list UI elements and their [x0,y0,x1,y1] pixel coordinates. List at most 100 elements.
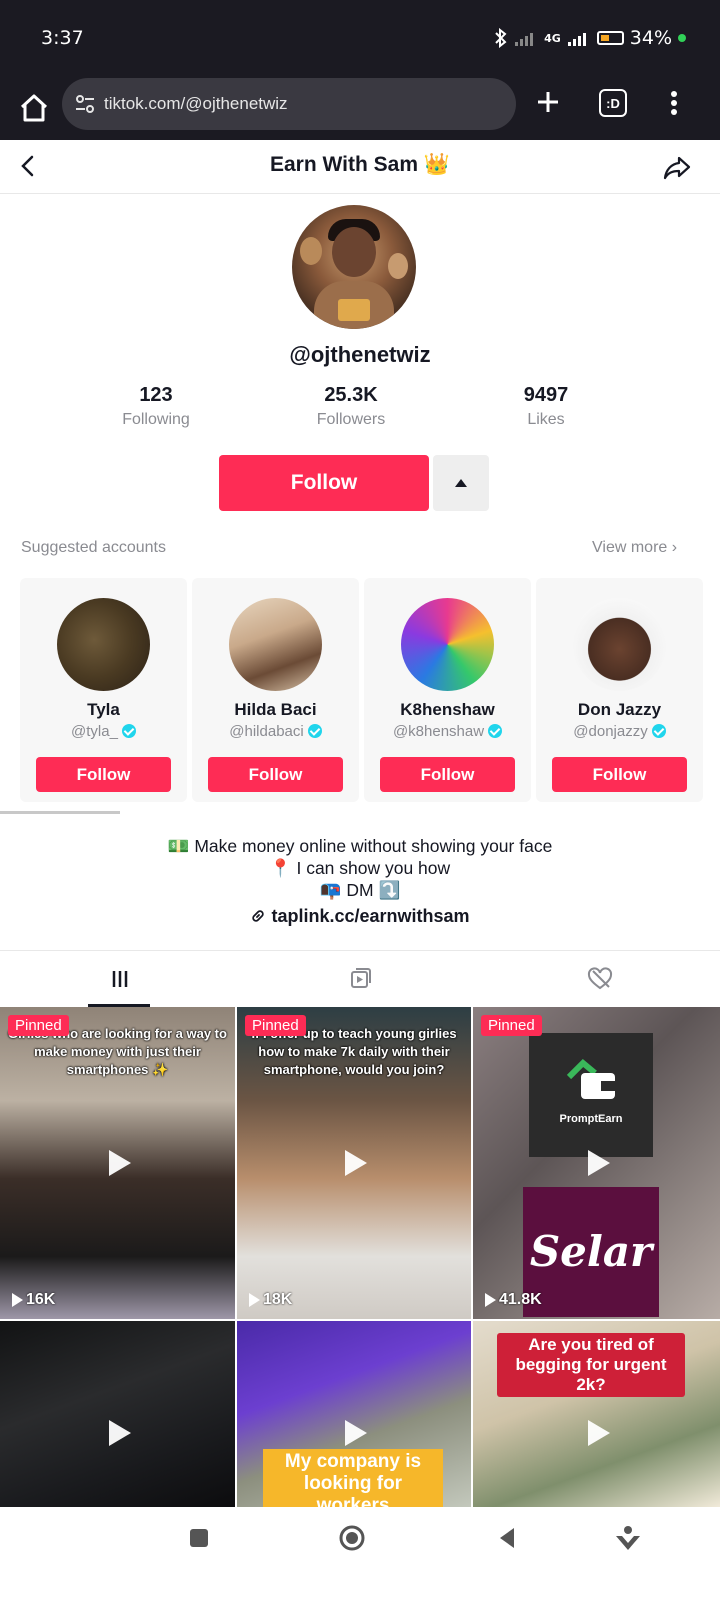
view-count-text: 16K [26,1291,56,1308]
view-count: 41.8K [485,1291,542,1309]
signal-icon [515,33,534,46]
stat-likes: 9497 Likes [476,384,616,429]
stat-label: Likes [527,411,565,428]
network-type: 4G [544,31,561,45]
promptearn-logo: PromptEarn [529,1033,653,1157]
play-icon [587,1150,610,1176]
video-tile[interactable]: Girlies who are looking for a way to mak… [0,1007,235,1319]
video-tile[interactable]: If I offer up to teach young girlies how… [237,1007,471,1319]
promptearn-text: PromptEarn [559,1113,623,1125]
privacy-dot [678,34,686,42]
tab-reposts[interactable] [240,951,480,1007]
assistant-icon[interactable] [613,1523,643,1553]
view-count-text: 41.8K [499,1291,542,1308]
video-tile[interactable] [0,1321,235,1507]
pinned-badge: Pinned [8,1015,69,1036]
view-count-text: 18K [263,1291,293,1308]
home-circle-icon[interactable] [338,1524,366,1552]
follow-account-button[interactable]: Follow [36,757,171,792]
selar-text: Selar [529,1227,653,1276]
stat-value: 25.3K [324,384,378,406]
address-bar[interactable]: tiktok.com/@ojthenetwiz [62,78,516,130]
account-avatar[interactable] [229,598,322,691]
back-triangle-icon[interactable] [496,1526,518,1550]
account-name: K8henshaw [400,700,495,719]
verified-badge-icon [307,724,322,738]
suggested-toggle-button[interactable] [433,455,489,511]
account-name: Hilda Baci [234,700,317,719]
battery-percent: 34% [629,27,672,49]
wallet-icon [566,1058,615,1099]
follow-button[interactable]: Follow [219,455,429,511]
content-tabs [0,950,720,1007]
tab-videos[interactable] [0,951,240,1007]
browser-toolbar: tiktok.com/@ojthenetwiz :D [0,76,720,140]
account-avatar[interactable] [573,598,666,691]
stat-value: 123 [139,384,173,406]
handle-text: @k8henshaw [392,723,485,740]
recents-icon[interactable] [188,1527,210,1549]
account-handle: @tyla_ [20,723,187,740]
bio-link[interactable]: taplink.cc/earnwithsam [0,906,720,927]
play-icon [345,1150,367,1176]
verified-badge-icon [488,724,503,738]
home-icon[interactable] [16,90,52,126]
account-handle: @hildabaci [192,723,359,740]
video-tile[interactable]: PromptEarn Selar Pinned 41.8K [473,1007,720,1319]
play-count-icon [249,1293,260,1307]
follow-account-button[interactable]: Follow [552,757,687,792]
system-nav-bar [0,1507,720,1600]
pinned-badge: Pinned [481,1015,542,1036]
account-handle: @k8henshaw [364,723,531,740]
bio-line: 📭 DM ⤵️ [319,880,401,900]
handle-text: @tyla_ [71,723,118,740]
profile-bio: 💵 Make money online without showing your… [0,835,720,901]
profile-avatar[interactable] [292,205,416,329]
video-tile[interactable]: Are you tired of begging for urgent 2k? [473,1321,720,1507]
suggested-card[interactable]: Hilda Baci @hildabaci Follow [192,578,359,802]
stat-label: Following [122,411,190,428]
video-caption: Are you tired of begging for urgent 2k? [497,1333,685,1397]
share-icon[interactable] [662,152,692,182]
handle-text: @donjazzy [573,723,648,740]
url-text: tiktok.com/@ojthenetwiz [104,94,288,113]
profile-header: Earn With Sam 👑 [0,140,720,194]
chevron-right-icon: › [671,539,678,556]
video-caption: My company is looking for workers [263,1449,443,1507]
stat-following[interactable]: 123 Following [86,384,226,429]
view-count: 18K [249,1291,292,1309]
account-avatar[interactable] [401,598,494,691]
suggested-card[interactable]: Tyla @tyla_ Follow [20,578,187,802]
page-title: Earn With Sam 👑 [270,153,450,176]
bluetooth-icon [495,28,507,48]
carousel-scroll-indicator [0,811,120,814]
account-avatar[interactable] [57,598,150,691]
new-tab-icon[interactable] [532,86,564,118]
signal-icon-2 [567,33,586,46]
more-menu-icon[interactable] [664,88,684,118]
suggested-card[interactable]: K8henshaw @k8henshaw Follow [364,578,531,802]
video-tile[interactable]: My company is looking for workers [237,1321,471,1507]
link-icon [252,910,265,922]
view-count: 16K [12,1291,55,1309]
status-time: 3:37 [41,27,84,49]
grid-icon [112,971,128,987]
tab-switcher-button[interactable]: :D [599,89,627,117]
repost-icon [351,968,371,988]
verified-badge-icon [651,724,666,738]
site-settings-icon[interactable] [74,93,96,115]
suggested-card[interactable]: Don Jazzy @donjazzy Follow [536,578,703,802]
play-icon [345,1419,367,1446]
play-icon [108,1150,131,1176]
account-name: Don Jazzy [577,700,662,719]
status-bar: 3:37 4G 34% [0,0,720,76]
stat-followers[interactable]: 25.3K Followers [281,384,421,429]
profile-stats: 123 Following 25.3K Followers 9497 Likes [0,384,720,434]
play-icon [108,1419,131,1446]
pinned-badge: Pinned [245,1015,306,1036]
tab-liked[interactable] [480,951,720,1007]
follow-account-button[interactable]: Follow [208,757,343,792]
account-handle: @donjazzy [536,723,703,740]
view-more-link[interactable]: View more › [592,539,677,557]
follow-account-button[interactable]: Follow [380,757,515,792]
